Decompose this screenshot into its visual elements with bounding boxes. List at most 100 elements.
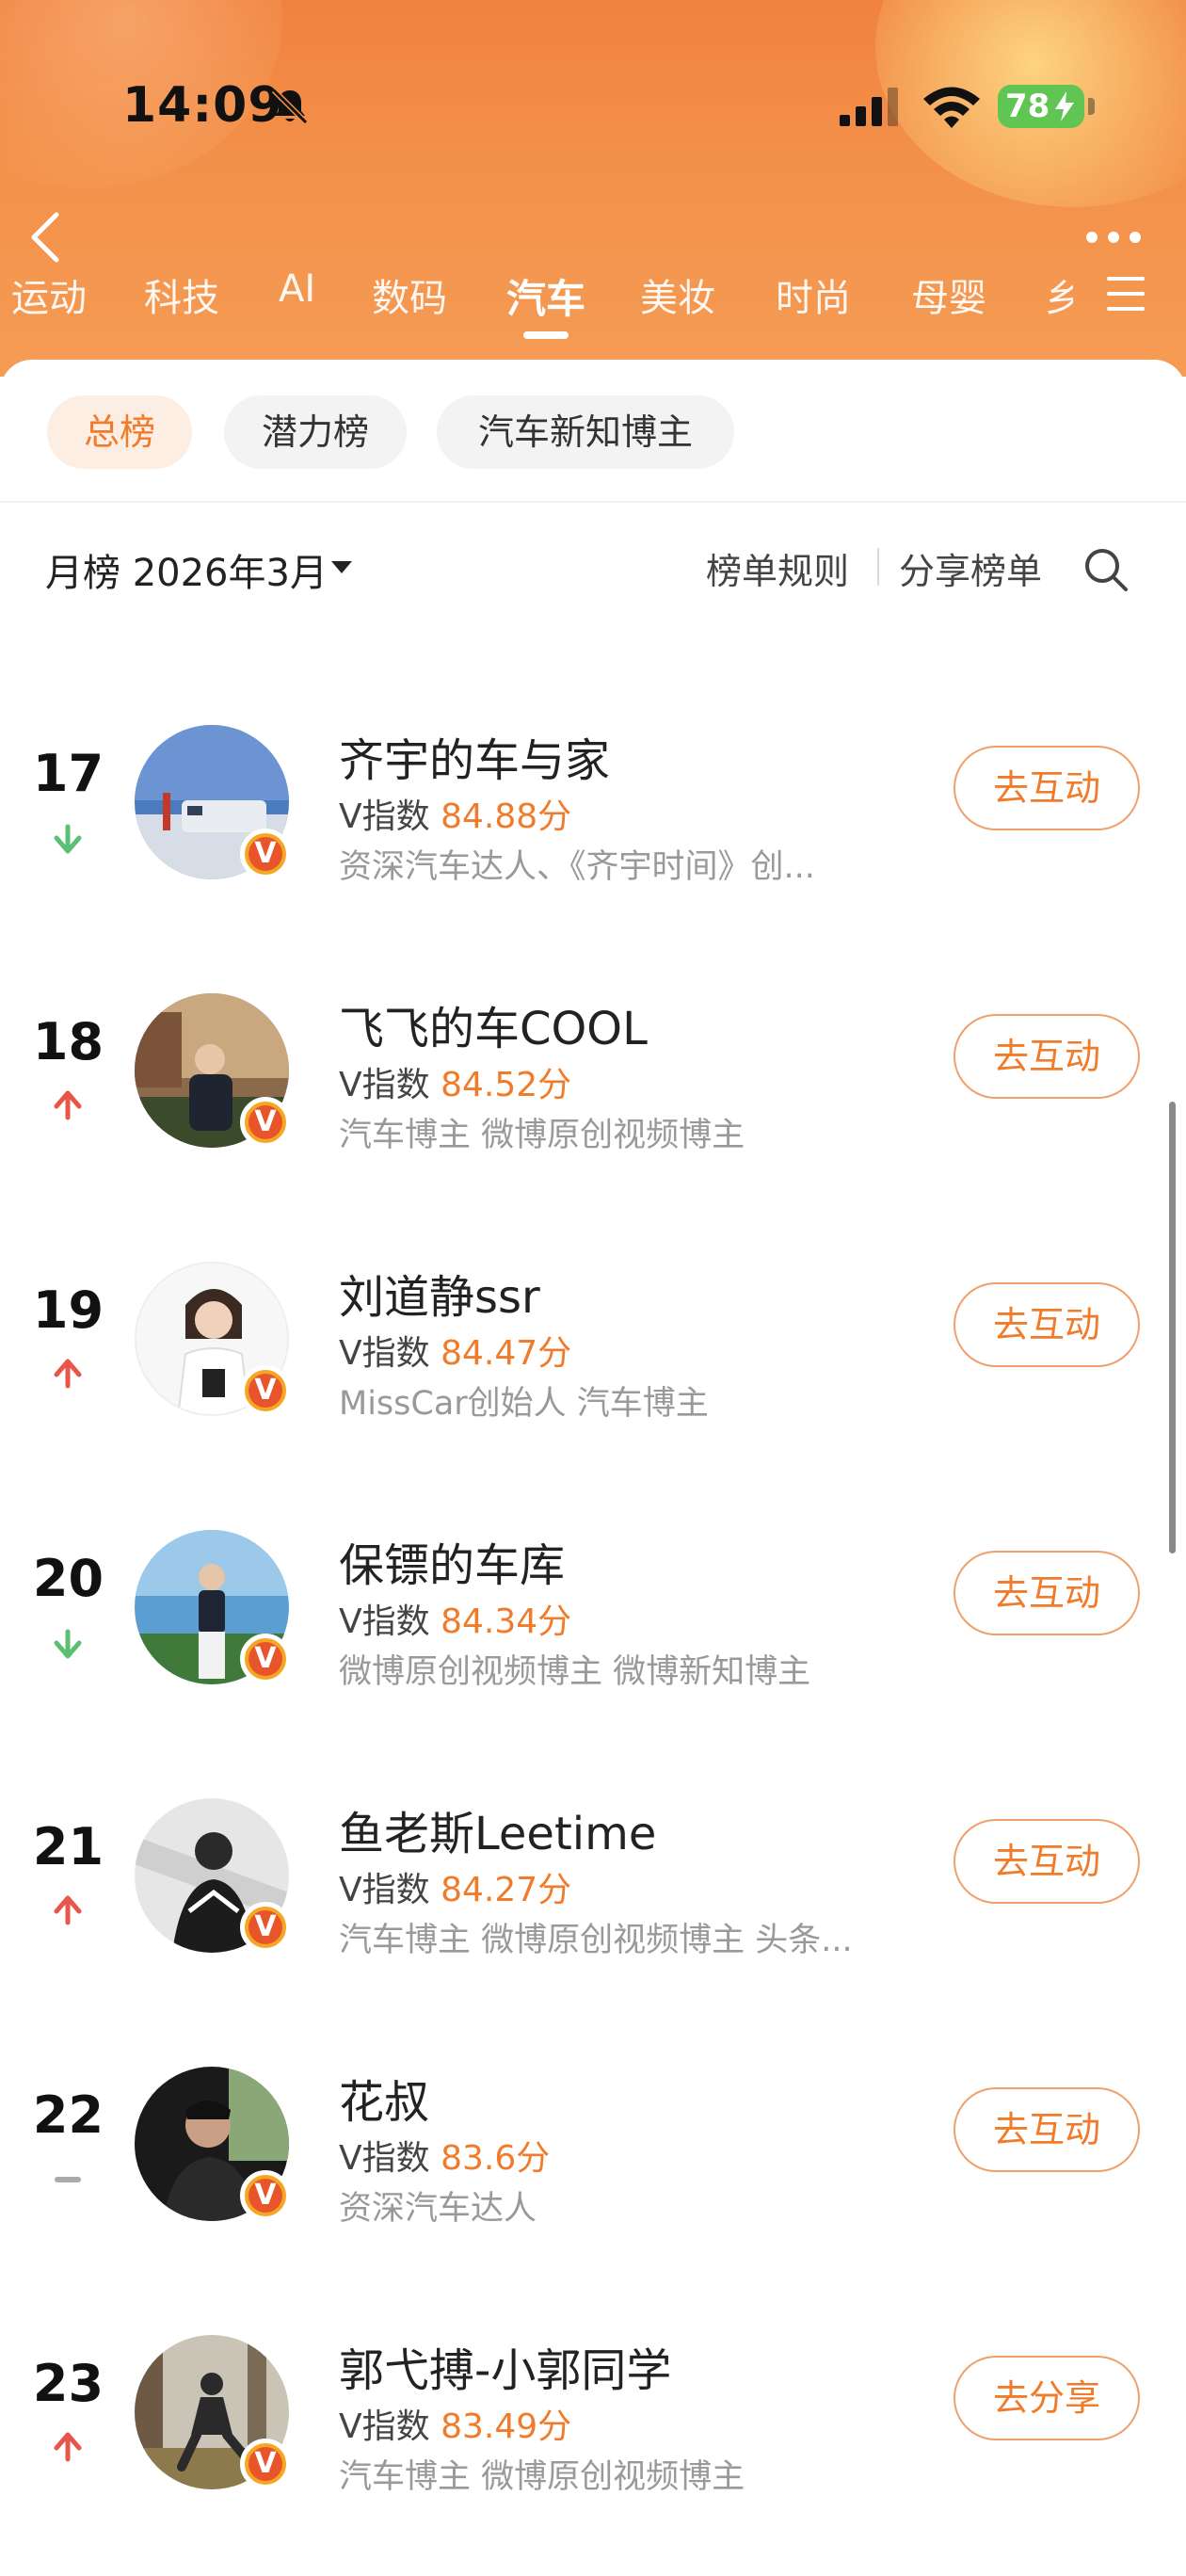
- blogger-description: 资深汽车达人: [339, 2190, 537, 2228]
- v-index-score: 84.47分: [441, 1334, 572, 1373]
- v-index-score: 83.6分: [441, 2139, 551, 2178]
- v-index: V指数 84.47分: [339, 1326, 571, 1375]
- ranking-row[interactable]: 17 V 齐宇的车与家 V指数 84.88分 资深汽车达人、《齐宇时间》创...…: [0, 706, 1186, 932]
- verified-badge-icon: V: [240, 1634, 291, 1684]
- month-selector[interactable]: 月榜 2026年3月: [45, 542, 328, 597]
- blogger-name[interactable]: 鱼老斯Leetime: [339, 1796, 656, 1862]
- interact-button[interactable]: 去互动: [954, 1551, 1140, 1635]
- v-index-score: 84.88分: [441, 797, 572, 836]
- trend-up-icon: [54, 2432, 82, 2462]
- bell-muted-icon: [271, 88, 309, 125]
- blogger-description: 微博原创视频博主 微博新知博主: [339, 1653, 811, 1691]
- tab-sports[interactable]: 运动: [11, 267, 87, 322]
- ranking-row[interactable]: 19 V 刘道静ssr V指数 84.47分 MissCar创始人 汽车博主 去…: [0, 1243, 1186, 1469]
- toolbar: 月榜 2026年3月 榜单规则 分享榜单: [0, 537, 1186, 603]
- tab-rural[interactable]: 乡: [1045, 267, 1073, 322]
- rank-number: 17: [32, 744, 104, 803]
- interact-button[interactable]: 去互动: [954, 746, 1140, 830]
- tab-maternal[interactable]: 母婴: [911, 267, 986, 322]
- signal-icon: [840, 88, 898, 126]
- more-icon[interactable]: [1082, 226, 1145, 249]
- ranking-row[interactable]: 21 V 鱼老斯Leetime V指数 84.27分 汽车博主 微博原创视频博主…: [0, 1779, 1186, 2005]
- interact-button[interactable]: 去互动: [954, 1014, 1140, 1099]
- blogger-name[interactable]: 齐宇的车与家: [339, 723, 610, 789]
- trend-down-icon: [54, 824, 82, 854]
- status-time: 14:09: [122, 77, 283, 134]
- interact-button[interactable]: 去互动: [954, 1819, 1140, 1904]
- category-tabs: 运动 科技 AI 数码 汽车 美妆 时尚 母婴 乡: [0, 267, 1101, 333]
- battery-cap: [1088, 98, 1095, 115]
- v-index-label: V指数: [339, 2139, 430, 2178]
- ranking-row[interactable]: 23 V 郭弋搏-小郭同学 V指数 83.49分 汽车博主 微博原创视频博主 去…: [0, 2316, 1186, 2542]
- v-index-label: V指数: [339, 1334, 430, 1373]
- v-index: V指数 84.52分: [339, 1057, 571, 1106]
- tab-ai[interactable]: AI: [279, 267, 315, 311]
- trend-flat-icon: [55, 2177, 81, 2182]
- filter-chips: 总榜 潜力榜 汽车新知博主: [0, 395, 1186, 471]
- verified-badge-icon: V: [240, 2170, 291, 2221]
- trend-down-icon: [54, 1629, 82, 1659]
- chip-potential[interactable]: 潜力榜: [224, 395, 407, 469]
- blogger-name[interactable]: 飞飞的车COOL: [339, 991, 648, 1057]
- v-index-label: V指数: [339, 1066, 430, 1104]
- v-index-score: 83.49分: [441, 2407, 572, 2446]
- share-link[interactable]: 分享榜单: [899, 542, 1042, 594]
- interact-button[interactable]: 去互动: [954, 1282, 1140, 1367]
- interact-button[interactable]: 去互动: [954, 2087, 1140, 2172]
- trend-up-icon: [54, 1895, 82, 1925]
- caret-down-icon[interactable]: [329, 557, 354, 576]
- menu-icon[interactable]: [1103, 273, 1148, 314]
- scrollbar[interactable]: [1169, 1102, 1176, 1554]
- trend-up-icon: [54, 1359, 82, 1389]
- rules-link[interactable]: 榜单规则: [706, 542, 849, 594]
- tab-digital[interactable]: 数码: [372, 267, 447, 322]
- v-index-score: 84.34分: [441, 1602, 572, 1641]
- v-index-label: V指数: [339, 1602, 430, 1641]
- divider: [0, 501, 1186, 503]
- rank-number: 18: [32, 1012, 104, 1071]
- tab-beauty[interactable]: 美妆: [640, 267, 715, 322]
- rank-number: 20: [32, 1549, 104, 1608]
- search-icon[interactable]: [1082, 546, 1130, 593]
- back-arrow-icon[interactable]: [26, 209, 64, 266]
- blogger-description: 汽车博主 微博原创视频博主: [339, 1117, 745, 1154]
- active-tab-indicator: [523, 331, 569, 339]
- ranking-row[interactable]: 18 V 飞飞的车COOL V指数 84.52分 汽车博主 微博原创视频博主 去…: [0, 974, 1186, 1200]
- v-index-label: V指数: [339, 2407, 430, 2446]
- v-index: V指数 84.88分: [339, 789, 571, 838]
- blogger-name[interactable]: 花叔: [339, 2065, 429, 2131]
- ranking-row[interactable]: 20 V 保镖的车库 V指数 84.34分 微博原创视频博主 微博新知博主 去互…: [0, 1511, 1186, 1737]
- battery-level: 78: [1005, 88, 1050, 125]
- v-index: V指数 83.49分: [339, 2399, 571, 2448]
- v-index-score: 84.27分: [441, 1871, 572, 1909]
- rank-number: 23: [32, 2354, 104, 2413]
- blogger-name[interactable]: 保镖的车库: [339, 1528, 565, 1594]
- wifi-icon: [923, 87, 980, 128]
- ranking-row[interactable]: 22 V 花叔 V指数 83.6分 资深汽车达人 去互动: [0, 2048, 1186, 2274]
- blogger-name[interactable]: 郭弋搏-小郭同学: [339, 2333, 671, 2399]
- blogger-name[interactable]: 刘道静ssr: [339, 1260, 540, 1326]
- share-button[interactable]: 去分享: [954, 2356, 1140, 2440]
- v-index-label: V指数: [339, 1871, 430, 1909]
- verified-badge-icon: V: [240, 1097, 291, 1148]
- toolbar-separator: [877, 548, 879, 586]
- trend-up-icon: [54, 1090, 82, 1120]
- v-index: V指数 84.34分: [339, 1594, 571, 1643]
- tab-fashion[interactable]: 时尚: [776, 267, 851, 322]
- rank-number: 22: [32, 2085, 104, 2145]
- v-index-label: V指数: [339, 797, 430, 836]
- tab-tech[interactable]: 科技: [144, 267, 219, 322]
- tab-auto[interactable]: 汽车: [506, 267, 585, 325]
- header: 14:09 78 运动 科技 AI 数码 汽车 美妆 时尚 母婴 乡: [0, 0, 1186, 377]
- v-index: V指数 83.6分: [339, 2131, 550, 2180]
- verified-badge-icon: V: [240, 2439, 291, 2489]
- verified-badge-icon: V: [240, 1902, 291, 1953]
- blogger-description: 汽车博主 微博原创视频博主 头条...: [339, 1922, 853, 1959]
- chip-auto-new-knowledge[interactable]: 汽车新知博主: [437, 395, 734, 469]
- chip-overall[interactable]: 总榜: [47, 395, 192, 469]
- blogger-description: MissCar创始人 汽车博主: [339, 1385, 709, 1423]
- verified-badge-icon: V: [240, 1365, 291, 1416]
- blogger-description: 资深汽车达人、《齐宇时间》创...: [339, 848, 815, 886]
- blogger-description: 汽车博主 微博原创视频博主: [339, 2458, 745, 2496]
- v-index: V指数 84.27分: [339, 1862, 571, 1911]
